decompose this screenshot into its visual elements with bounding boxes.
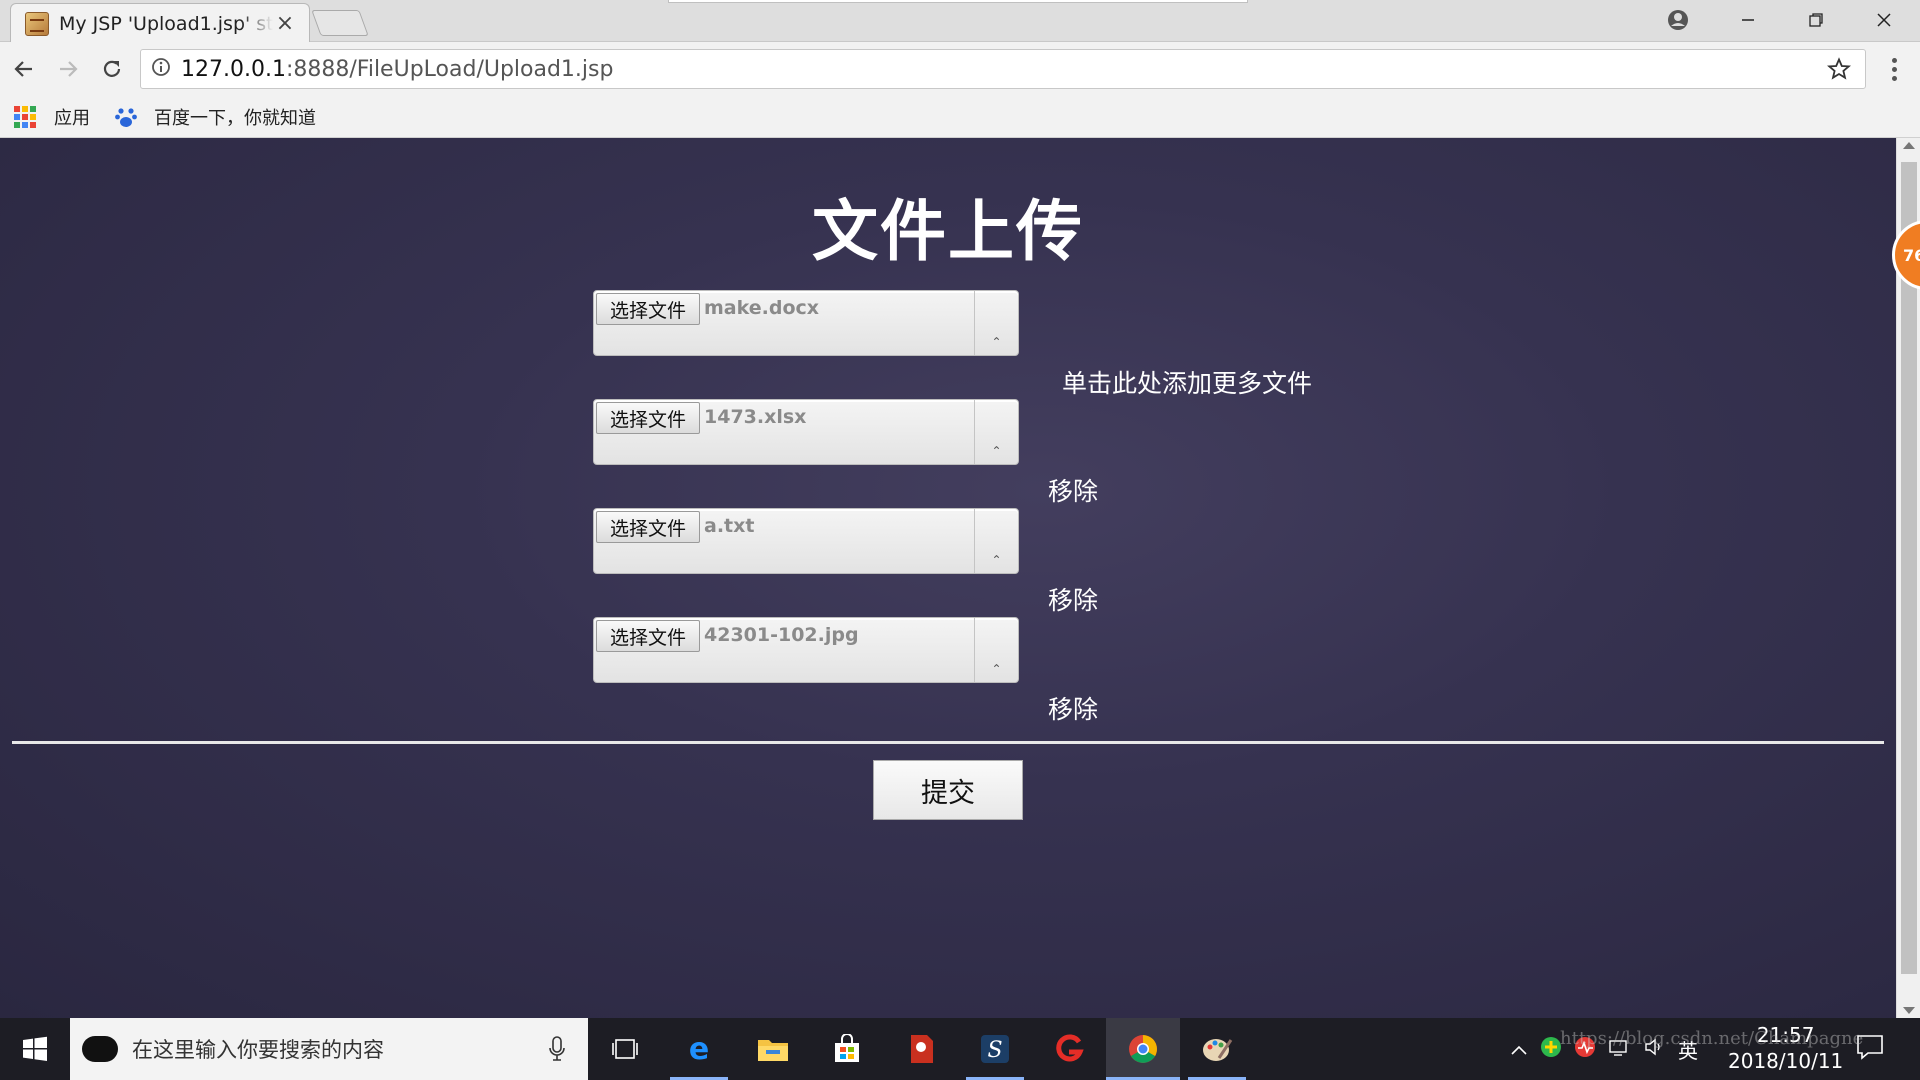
new-tab-button[interactable] bbox=[311, 10, 369, 36]
submit-button[interactable]: 提交 bbox=[873, 760, 1023, 820]
bookmark-star-icon[interactable] bbox=[1827, 57, 1851, 85]
forward-icon[interactable] bbox=[48, 49, 88, 89]
file-scroll-handle[interactable]: ⌃ bbox=[974, 509, 1018, 573]
bookmark-baidu-label: 百度一下，你就知道 bbox=[154, 107, 316, 129]
task-view-icon[interactable] bbox=[588, 1018, 662, 1080]
scroll-down-icon[interactable] bbox=[1903, 1007, 1915, 1014]
remove-file-4-link[interactable]: 移除 bbox=[1048, 690, 1098, 726]
scroll-up-icon[interactable] bbox=[1903, 142, 1915, 149]
file-input-3[interactable]: 选择文件 a.txt ⌃ bbox=[593, 508, 1019, 574]
remove-file-2-link[interactable]: 移除 bbox=[1048, 472, 1098, 508]
info-icon[interactable] bbox=[151, 57, 171, 81]
web-content: 文件上传 选择文件 make.docx ⌃ 单击此处添加更多文件 选择文件 14… bbox=[0, 138, 1896, 1018]
tab-close-icon[interactable]: × bbox=[273, 11, 297, 36]
file-name: make.docx bbox=[704, 297, 820, 319]
add-more-files-link[interactable]: 单击此处添加更多文件 bbox=[1062, 364, 1312, 400]
url-host: 127.0.0.1 bbox=[181, 56, 286, 82]
divider bbox=[12, 741, 1884, 744]
address-bar[interactable]: 127.0.0.1:8888/FileUpLoad/Upload1.jsp bbox=[140, 49, 1866, 89]
url-path: :8888/FileUpLoad/Upload1.jsp bbox=[285, 56, 614, 82]
browser-toolbar: 127.0.0.1:8888/FileUpLoad/Upload1.jsp bbox=[0, 42, 1920, 96]
bookmark-apps[interactable]: 应用 bbox=[14, 104, 90, 130]
tray-app-green-icon[interactable] bbox=[1540, 1036, 1562, 1063]
minimize-icon[interactable] bbox=[1714, 0, 1782, 40]
edge-browser-icon[interactable]: e bbox=[662, 1018, 736, 1080]
browser-tab[interactable]: My JSP 'Upload1.jsp' starting page × bbox=[10, 3, 310, 43]
choose-file-button[interactable]: 选择文件 bbox=[596, 293, 700, 325]
bookmarks-bar: 应用 百度一下，你就知道 bbox=[0, 96, 1920, 138]
file-input-2[interactable]: 选择文件 1473.xlsx ⌃ bbox=[593, 399, 1019, 465]
microphone-icon[interactable] bbox=[548, 1036, 566, 1067]
cortana-icon bbox=[82, 1036, 118, 1062]
restore-icon[interactable] bbox=[1782, 0, 1850, 40]
baidu-paw-icon bbox=[114, 105, 138, 129]
choose-file-button[interactable]: 选择文件 bbox=[596, 402, 700, 434]
remove-file-3-link[interactable]: 移除 bbox=[1048, 581, 1098, 617]
file-name: a.txt bbox=[704, 515, 755, 537]
file-input-1[interactable]: 选择文件 make.docx ⌃ bbox=[593, 290, 1019, 356]
reload-icon[interactable] bbox=[92, 49, 132, 89]
file-scroll-handle[interactable]: ⌃ bbox=[974, 291, 1018, 355]
close-window-icon[interactable] bbox=[1850, 0, 1918, 40]
watermark: https://blog.csdn.net/Champagne bbox=[1560, 1028, 1864, 1049]
svg-text:S: S bbox=[987, 1038, 1002, 1063]
page-favicon-icon bbox=[25, 11, 49, 36]
file-scroll-handle[interactable]: ⌃ bbox=[974, 400, 1018, 464]
taskbar-search-box[interactable]: 在这里输入你要搜索的内容 bbox=[70, 1018, 588, 1080]
choose-file-button[interactable]: 选择文件 bbox=[596, 511, 700, 543]
profile-icon[interactable] bbox=[1664, 6, 1692, 34]
browser-menu-icon[interactable] bbox=[1880, 50, 1908, 88]
app-g-icon[interactable] bbox=[1032, 1018, 1106, 1080]
show-hidden-icons-icon[interactable] bbox=[1510, 1037, 1528, 1061]
app-red-icon[interactable] bbox=[884, 1018, 958, 1080]
store-icon[interactable] bbox=[810, 1018, 884, 1080]
choose-file-button[interactable]: 选择文件 bbox=[596, 620, 700, 652]
tab-strip: My JSP 'Upload1.jsp' starting page × bbox=[0, 0, 1920, 43]
tab-title: My JSP 'Upload1.jsp' starting page bbox=[59, 12, 273, 35]
window-drag-indicator bbox=[668, 0, 1248, 3]
file-scroll-handle[interactable]: ⌃ bbox=[974, 618, 1018, 682]
paint-icon[interactable] bbox=[1180, 1018, 1254, 1080]
clock-date: 2018/10/11 bbox=[1728, 1049, 1844, 1073]
page-title: 文件上传 bbox=[812, 193, 1084, 270]
file-explorer-icon[interactable] bbox=[736, 1018, 810, 1080]
file-input-4[interactable]: 选择文件 42301-102.jpg ⌃ bbox=[593, 617, 1019, 683]
chrome-icon[interactable] bbox=[1106, 1018, 1180, 1080]
file-name: 1473.xlsx bbox=[704, 406, 807, 428]
app-s-icon[interactable]: S bbox=[958, 1018, 1032, 1080]
apps-grid-icon bbox=[14, 105, 36, 128]
screen: My JSP 'Upload1.jsp' starting page × bbox=[0, 0, 1920, 1080]
back-icon[interactable] bbox=[4, 49, 44, 89]
bookmark-apps-label: 应用 bbox=[54, 107, 90, 129]
search-placeholder: 在这里输入你要搜索的内容 bbox=[132, 1038, 384, 1062]
windows-start-icon[interactable] bbox=[0, 1018, 70, 1080]
bookmark-baidu[interactable]: 百度一下，你就知道 bbox=[114, 104, 316, 130]
svg-text:e: e bbox=[689, 1034, 709, 1064]
url-text: 127.0.0.1:8888/FileUpLoad/Upload1.jsp bbox=[181, 57, 613, 82]
file-name: 42301-102.jpg bbox=[704, 624, 859, 646]
